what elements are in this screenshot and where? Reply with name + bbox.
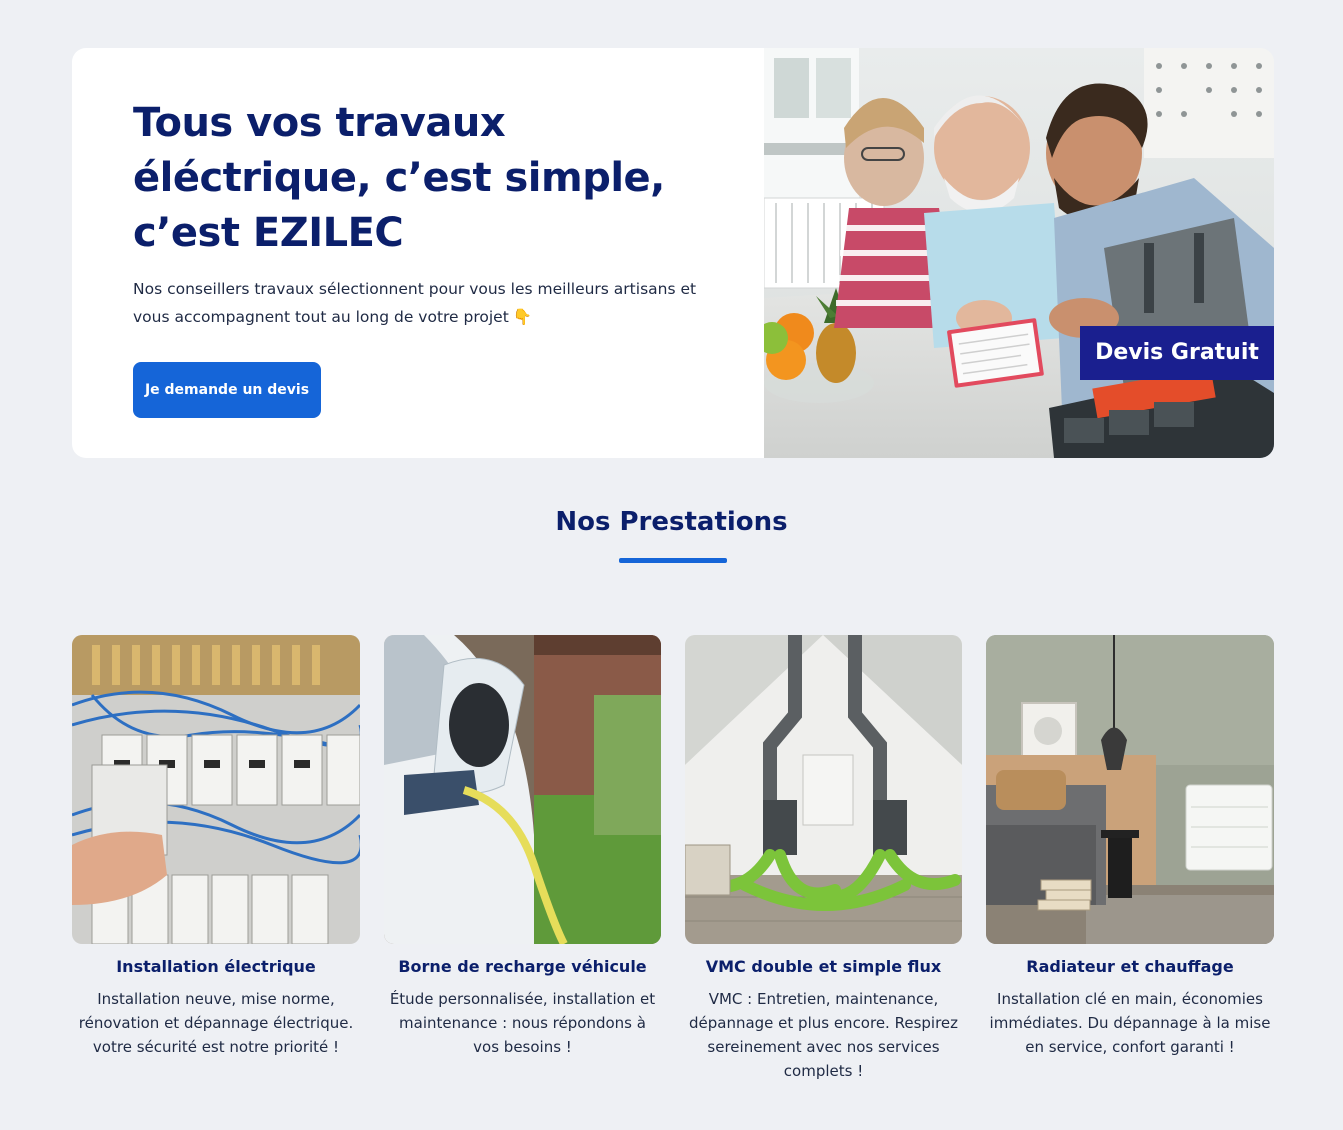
card-title[interactable]: Radiateur et chauffage (986, 956, 1274, 978)
hero-section: Tous vos travaux éléctrique, c’est simpl… (72, 48, 1274, 458)
free-quote-badge: Devis Gratuit (1080, 326, 1274, 380)
service-card-radiator-heating[interactable]: Radiateur et chauffage Installation clé … (986, 635, 1274, 1059)
hero-photo-electrician-with-couple: Devis Gratuit (764, 48, 1274, 458)
card-title[interactable]: Borne de recharge véhicule (384, 956, 661, 978)
radiator-bedroom-image (986, 635, 1274, 944)
card-description: Installation clé en main, économies immé… (989, 990, 1271, 1056)
card-title[interactable]: VMC double et simple flux (685, 956, 962, 978)
service-card-ev-charging[interactable]: Borne de recharge véhicule Étude personn… (384, 635, 661, 1059)
services-section-title: Nos Prestations (555, 507, 788, 537)
hero-title: Tous vos travaux éléctrique, c’est simpl… (133, 100, 665, 256)
card-description: Étude personnalisée, installation et mai… (389, 990, 656, 1056)
section-title-underline (619, 558, 727, 563)
request-quote-button[interactable]: Je demande un devis (133, 362, 321, 418)
card-description: Installation neuve, mise norme, rénovati… (78, 990, 354, 1056)
ev-charging-image (384, 635, 661, 944)
card-description: VMC : Entretien, maintenance, dépannage … (688, 990, 959, 1080)
hero-subtitle-text: Nos conseillers travaux sélectionnent po… (133, 280, 697, 326)
card-title[interactable]: Installation électrique (72, 956, 360, 978)
service-card-electrical-installation[interactable]: Installation électrique Installation neu… (72, 635, 360, 1059)
hero-content: Tous vos travaux éléctrique, c’est simpl… (133, 96, 733, 331)
hero-subtitle: Nos conseillers travaux sélectionnent po… (133, 275, 713, 331)
pointing-down-icon: 👇 (512, 308, 533, 326)
vmc-ventilation-image (685, 635, 962, 944)
electrical-panel-image (72, 635, 360, 944)
service-card-vmc[interactable]: VMC double et simple flux VMC : Entretie… (685, 635, 962, 1083)
